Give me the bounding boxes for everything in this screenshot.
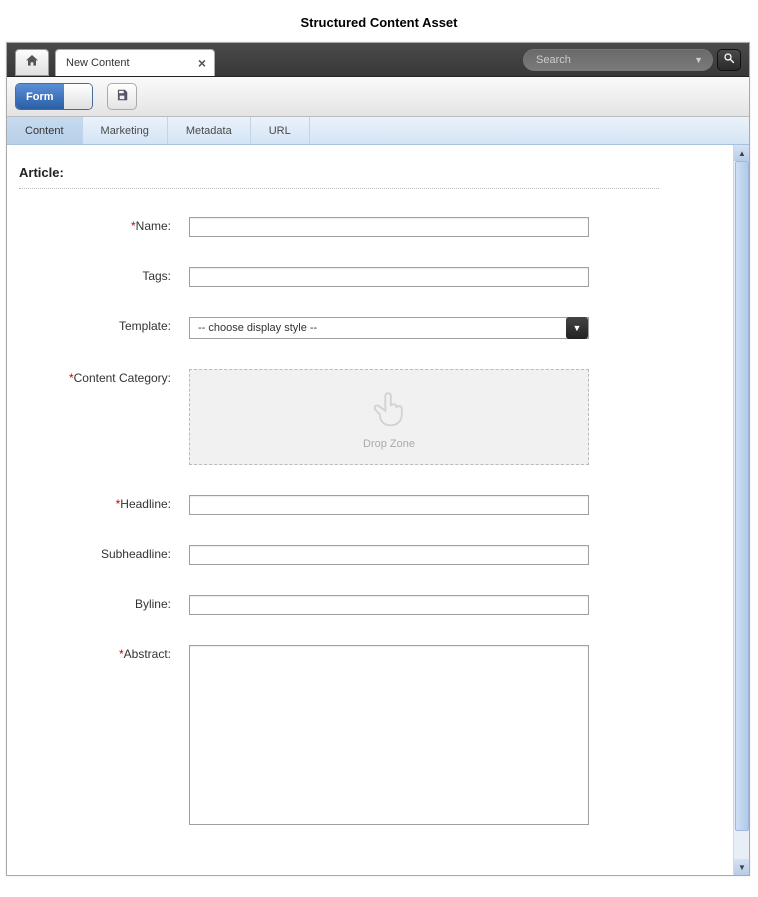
dropzone-label: Drop Zone (363, 438, 415, 450)
tab-new-content[interactable]: New Content × (55, 49, 215, 76)
label-template: Template: (19, 317, 189, 339)
row-content-category: *Content Category: Drop Zone (19, 369, 725, 465)
label-abstract: *Abstract: (19, 645, 189, 661)
chevron-down-icon: ▼ (566, 317, 588, 339)
scrollbar-thumb[interactable] (735, 161, 749, 831)
page-title: Structured Content Asset (0, 0, 758, 42)
tab-marketing[interactable]: Marketing (83, 117, 168, 144)
row-subheadline: Subheadline: (19, 545, 725, 565)
content-category-dropzone[interactable]: Drop Zone (189, 369, 589, 465)
home-icon (24, 53, 40, 72)
name-field[interactable] (189, 217, 589, 237)
app-frame: New Content × ▼ Form Content Marketing M… (6, 42, 750, 876)
row-name: *Name: (19, 217, 725, 237)
view-toggle[interactable]: Form (15, 83, 93, 110)
subheadline-field[interactable] (189, 545, 589, 565)
content-area: Article: *Name: Tags: Template: -- choos… (7, 145, 749, 875)
tab-content[interactable]: Content (7, 117, 83, 144)
home-button[interactable] (15, 49, 49, 76)
label-content-category: *Content Category: (19, 369, 189, 385)
topbar: New Content × ▼ (7, 43, 749, 77)
search-icon (723, 52, 735, 67)
tab-url[interactable]: URL (251, 117, 310, 144)
view-toggle-other[interactable] (64, 84, 92, 109)
label-tags: Tags: (19, 267, 189, 287)
label-subheadline: Subheadline: (19, 545, 189, 565)
hand-pointer-icon (367, 385, 411, 432)
scroll-down-icon[interactable]: ▼ (734, 859, 749, 875)
subtabs: Content Marketing Metadata URL (7, 117, 749, 145)
toolbar: Form (7, 77, 749, 117)
tags-field[interactable] (189, 267, 589, 287)
save-icon (115, 88, 129, 105)
row-headline: *Headline: (19, 495, 725, 515)
headline-field[interactable] (189, 495, 589, 515)
tab-metadata[interactable]: Metadata (168, 117, 251, 144)
scroll-up-icon[interactable]: ▲ (734, 145, 749, 161)
template-select[interactable]: -- choose display style -- ▼ (189, 317, 589, 339)
scrollbar[interactable]: ▲ ▼ (733, 145, 749, 875)
abstract-field[interactable] (189, 645, 589, 825)
divider (19, 188, 659, 189)
save-button[interactable] (107, 83, 137, 110)
byline-field[interactable] (189, 595, 589, 615)
label-name: *Name: (19, 217, 189, 237)
template-selected-value: -- choose display style -- (190, 322, 566, 334)
row-tags: Tags: (19, 267, 725, 287)
search-button[interactable] (717, 49, 741, 71)
row-template: Template: -- choose display style -- ▼ (19, 317, 725, 339)
row-byline: Byline: (19, 595, 725, 615)
tab-label: New Content (66, 57, 130, 69)
close-icon[interactable]: × (198, 55, 206, 71)
row-abstract: *Abstract: (19, 645, 725, 828)
view-toggle-form[interactable]: Form (16, 84, 64, 109)
search-wrap: ▼ (523, 49, 741, 71)
scroll-pane[interactable]: Article: *Name: Tags: Template: -- choos… (7, 145, 749, 875)
section-heading: Article: (19, 165, 725, 180)
label-byline: Byline: (19, 595, 189, 615)
label-headline: *Headline: (19, 495, 189, 515)
search-input[interactable] (523, 49, 713, 71)
